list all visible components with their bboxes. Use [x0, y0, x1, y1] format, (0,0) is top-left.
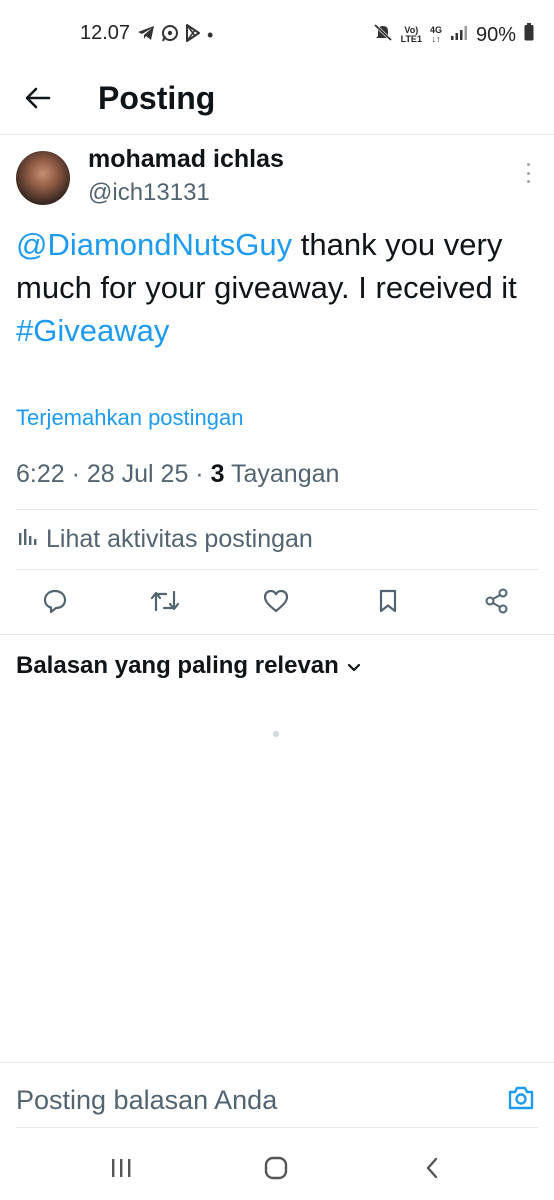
- reply-button[interactable]: [35, 583, 75, 623]
- hashtag-link[interactable]: #Giveaway: [16, 313, 169, 348]
- repost-icon: [150, 588, 180, 619]
- post-time: 6:22: [16, 460, 65, 488]
- battery-percent: 90%: [475, 23, 516, 46]
- mute-icon: [373, 22, 393, 48]
- divider: [16, 569, 538, 570]
- status-system-icons: Vo) LTE1 4G ↓↑ 90%: [373, 22, 534, 48]
- post-date: 28 Jul 25: [86, 460, 189, 488]
- camera-icon: [507, 1085, 535, 1116]
- replies-sort-dropdown[interactable]: Balasan yang paling relevan: [16, 652, 361, 680]
- home-icon: [264, 1156, 288, 1185]
- author-name[interactable]: mohamad ichlas: [88, 145, 284, 174]
- status-time: 12.07: [80, 22, 131, 44]
- network-indicator: Vo) LTE1: [400, 25, 422, 44]
- more-vertical-icon: [526, 163, 530, 166]
- reply-composer[interactable]: Posting balasan Anda: [0, 1062, 554, 1129]
- post-metadata: 6:22 · 28 Jul 25 · 3 Tayangan: [16, 460, 340, 488]
- bookmark-button[interactable]: [368, 583, 408, 623]
- back-button[interactable]: [22, 84, 54, 116]
- recent-apps-button[interactable]: [105, 1154, 137, 1186]
- replies-sort-label: Balasan yang paling relevan: [16, 652, 339, 679]
- system-navigation-bar: [0, 1140, 554, 1200]
- translate-post-link[interactable]: Terjemahkan postingan: [16, 405, 243, 431]
- play-store-icon: [185, 24, 201, 47]
- analytics-icon: [18, 525, 38, 554]
- camera-button[interactable]: [506, 1085, 536, 1115]
- top-app-bar: Posting: [0, 70, 554, 135]
- more-options-button[interactable]: [522, 163, 534, 183]
- heart-icon: [262, 588, 290, 619]
- reply-icon: [42, 588, 68, 619]
- view-post-activity-button[interactable]: Lihat aktivitas postingan: [18, 525, 313, 554]
- whatsapp-icon: [161, 24, 179, 47]
- divider: [16, 509, 538, 510]
- views-count: 3: [210, 460, 225, 488]
- back-icon: [424, 1157, 440, 1184]
- divider: [16, 1127, 538, 1128]
- telegram-icon: [137, 25, 155, 46]
- share-icon: [483, 588, 511, 619]
- post-text: @DiamondNutsGuy thank you very much for …: [16, 223, 536, 352]
- system-back-button[interactable]: [416, 1154, 448, 1186]
- status-notification-icons: •: [137, 24, 213, 47]
- signal-icon: [450, 24, 468, 47]
- chevron-down-icon: [347, 652, 361, 680]
- loading-indicator: [273, 731, 279, 737]
- post-actions: [0, 583, 554, 635]
- avatar[interactable]: [16, 151, 70, 205]
- mention-link[interactable]: @DiamondNutsGuy: [16, 227, 292, 262]
- arrow-left-icon: [25, 87, 51, 114]
- status-dot: •: [207, 25, 214, 45]
- home-button[interactable]: [260, 1154, 292, 1186]
- reply-input[interactable]: Posting balasan Anda: [16, 1085, 277, 1116]
- recent-apps-icon: [110, 1158, 132, 1183]
- author-handle[interactable]: @ich13131: [88, 179, 210, 207]
- repost-button[interactable]: [145, 583, 185, 623]
- bookmark-icon: [377, 588, 399, 619]
- like-button[interactable]: [256, 583, 296, 623]
- activity-label: Lihat aktivitas postingan: [46, 525, 313, 553]
- status-bar: 12.07 • Vo) LTE1 4G ↓↑ 90%: [0, 0, 554, 70]
- battery-icon: [524, 23, 534, 47]
- share-button[interactable]: [477, 583, 517, 623]
- page-title: Posting: [98, 80, 216, 116]
- views-label: Tayangan: [230, 460, 340, 488]
- network-type: 4G ↓↑: [429, 25, 442, 44]
- section-divider: [0, 634, 554, 635]
